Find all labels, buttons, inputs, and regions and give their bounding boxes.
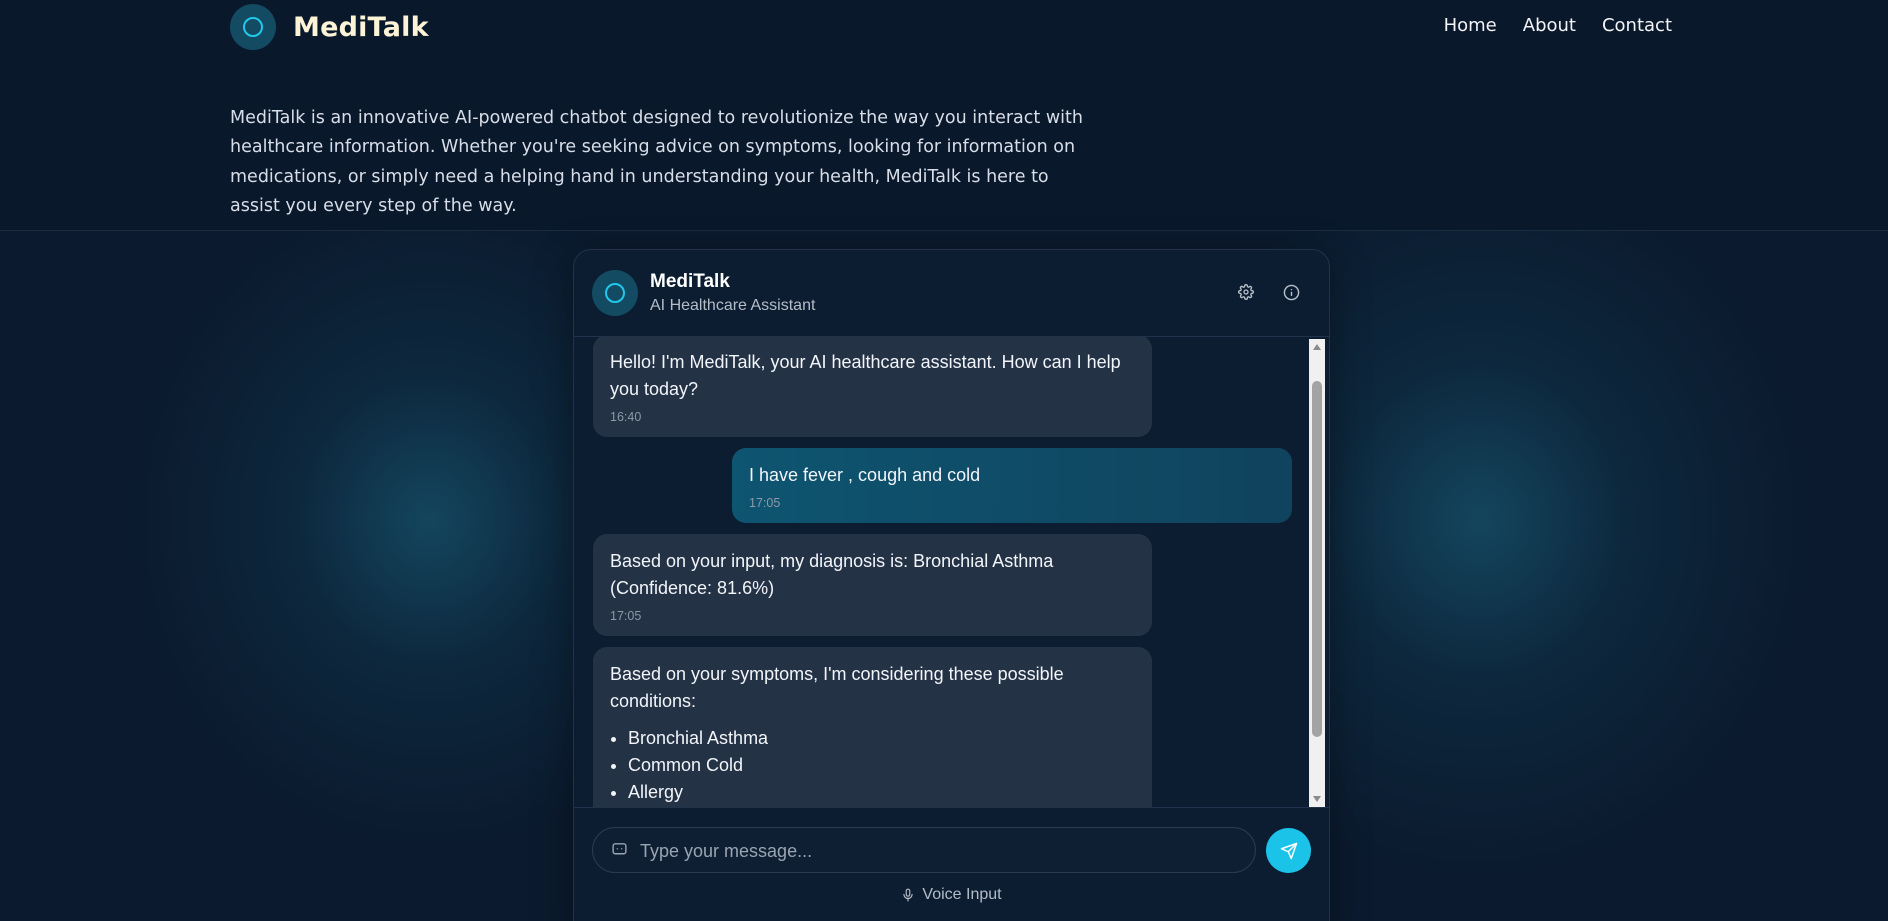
message-list[interactable]: Hello! I'm MediTalk, your AI healthcare …	[574, 337, 1329, 807]
message-time: 17:05	[749, 496, 781, 510]
chat-subtitle: AI Healthcare Assistant	[650, 297, 816, 314]
site-header: MediTalk Home About Contact MediTalk is …	[0, 0, 1888, 231]
message-composer: Voice Input	[574, 807, 1329, 921]
message-text: I have fever , cough and cold	[749, 465, 981, 485]
gear-icon[interactable]	[1235, 281, 1257, 303]
chat-header: MediTalk AI Healthcare Assistant	[574, 250, 1329, 337]
logo-icon	[230, 4, 276, 50]
scrollbar-thumb[interactable]	[1312, 381, 1322, 737]
send-button[interactable]	[1266, 828, 1311, 873]
message-text: Hello! I'm MediTalk, your AI healthcare …	[610, 352, 1121, 399]
voice-input-button[interactable]: Voice Input	[574, 886, 1329, 904]
chat-bubble-icon	[611, 841, 628, 862]
page: MediTalk Home About Contact MediTalk is …	[0, 0, 1888, 921]
brand[interactable]: MediTalk	[230, 4, 429, 50]
chat-widget: MediTalk AI Healthcare Assistant Hello! …	[573, 249, 1330, 921]
message-scrollbar[interactable]	[1309, 339, 1325, 807]
info-icon[interactable]	[1280, 281, 1302, 303]
brand-name: MediTalk	[293, 11, 429, 43]
message-bubble-user: I have fever , cough and cold 17:05	[732, 448, 1292, 523]
message-bubble-bot: Based on your symptoms, I'm considering …	[593, 647, 1152, 807]
scroll-down-arrow-icon[interactable]	[1309, 791, 1325, 807]
chat-avatar-icon	[592, 270, 638, 316]
scroll-up-arrow-icon[interactable]	[1309, 339, 1325, 355]
list-item: Allergy	[628, 779, 1135, 806]
nav-home-link[interactable]: Home	[1444, 15, 1497, 36]
list-item: Common Cold	[628, 752, 1135, 779]
list-item: Bronchial Asthma	[628, 725, 1135, 752]
top-nav: Home About Contact	[1418, 15, 1672, 36]
message-input[interactable]	[638, 828, 1242, 874]
nav-contact-link[interactable]: Contact	[1602, 15, 1672, 36]
chat-title: MediTalk	[650, 271, 730, 292]
message-bubble-bot: Hello! I'm MediTalk, your AI healthcare …	[593, 337, 1152, 437]
message-text: Based on your input, my diagnosis is: Br…	[610, 551, 1054, 598]
message-text: Based on your symptoms, I'm considering …	[610, 664, 1064, 711]
intro-paragraph: MediTalk is an innovative AI-powered cha…	[230, 107, 1083, 217]
message-bubble-bot: Based on your input, my diagnosis is: Br…	[593, 534, 1152, 636]
message-input-wrapper[interactable]	[592, 827, 1256, 874]
voice-input-label: Voice Input	[922, 886, 1002, 903]
microphone-icon	[903, 888, 914, 902]
message-time: 17:05	[610, 609, 642, 623]
send-icon	[1280, 842, 1297, 859]
condition-list: Bronchial Asthma Common Cold Allergy	[610, 725, 1135, 806]
message-time: 16:40	[610, 410, 642, 424]
nav-about-link[interactable]: About	[1523, 15, 1576, 36]
